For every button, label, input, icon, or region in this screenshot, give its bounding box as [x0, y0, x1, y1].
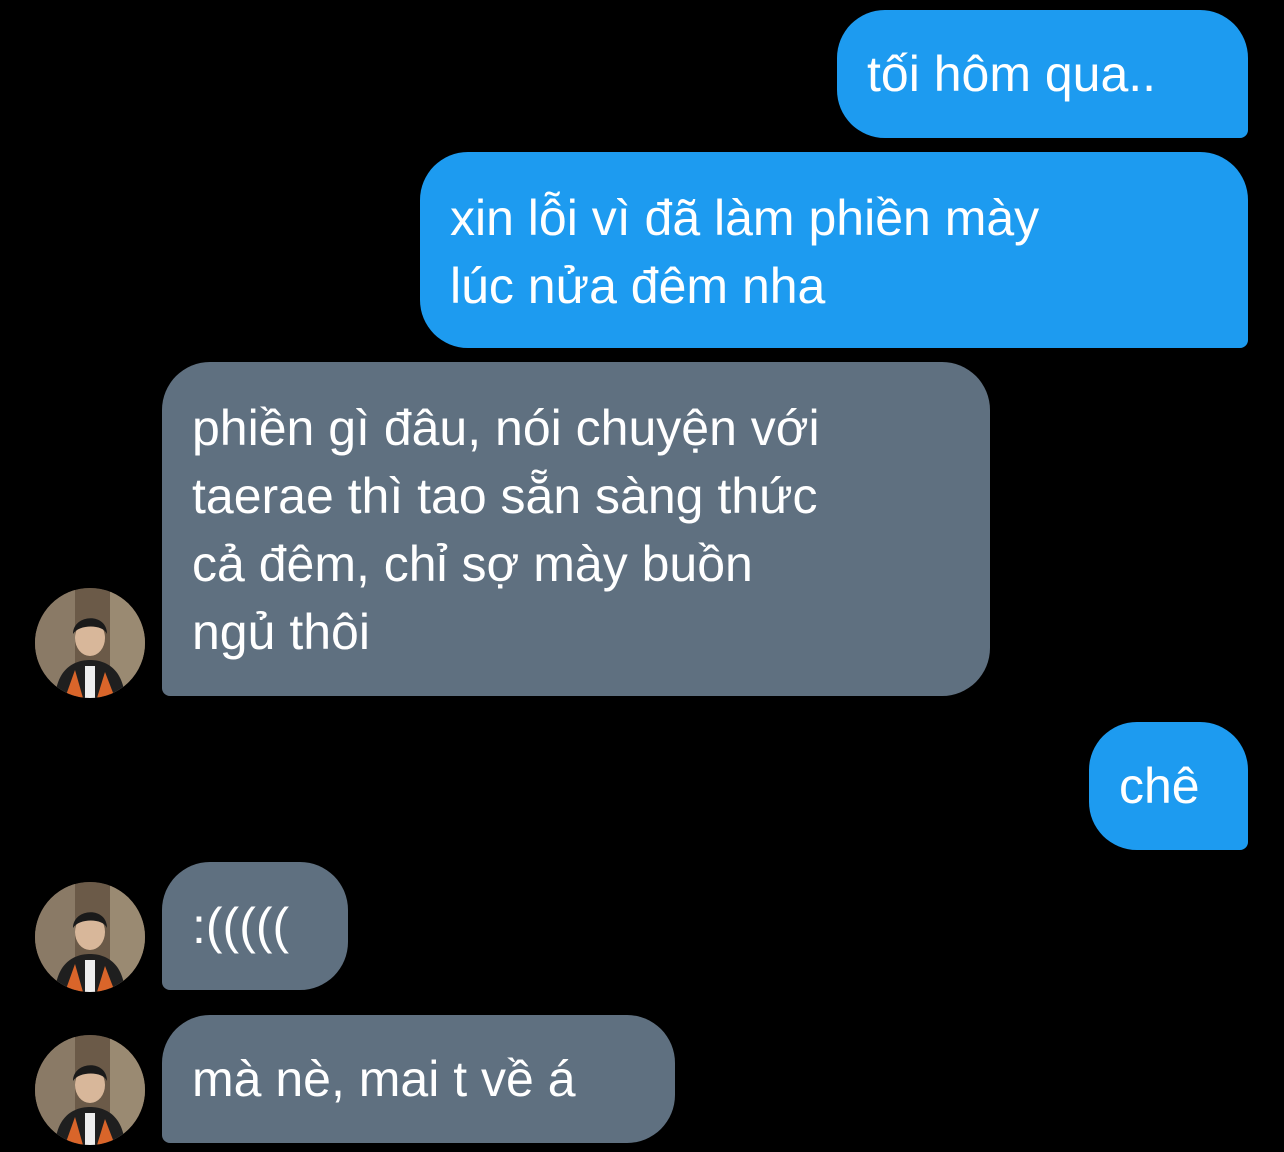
contact-avatar[interactable] [35, 882, 145, 992]
message-bubble-incoming[interactable]: :((((( [162, 862, 348, 990]
message-bubble-incoming[interactable]: mà nè, mai t về á [162, 1015, 675, 1143]
message-bubble-incoming[interactable]: phiền gì đâu, nói chuyện với taerae thì … [162, 362, 990, 696]
contact-avatar[interactable] [35, 588, 145, 698]
avatar-photo-icon [35, 1035, 145, 1145]
message-bubble-outgoing[interactable]: chê [1089, 722, 1248, 850]
contact-avatar[interactable] [35, 1035, 145, 1145]
message-bubble-outgoing[interactable]: xin lỗi vì đã làm phiền mày lúc nửa đêm … [420, 152, 1248, 348]
avatar-photo-icon [35, 588, 145, 698]
avatar-photo-icon [35, 882, 145, 992]
message-bubble-outgoing[interactable]: tối hôm qua.. [837, 10, 1248, 138]
